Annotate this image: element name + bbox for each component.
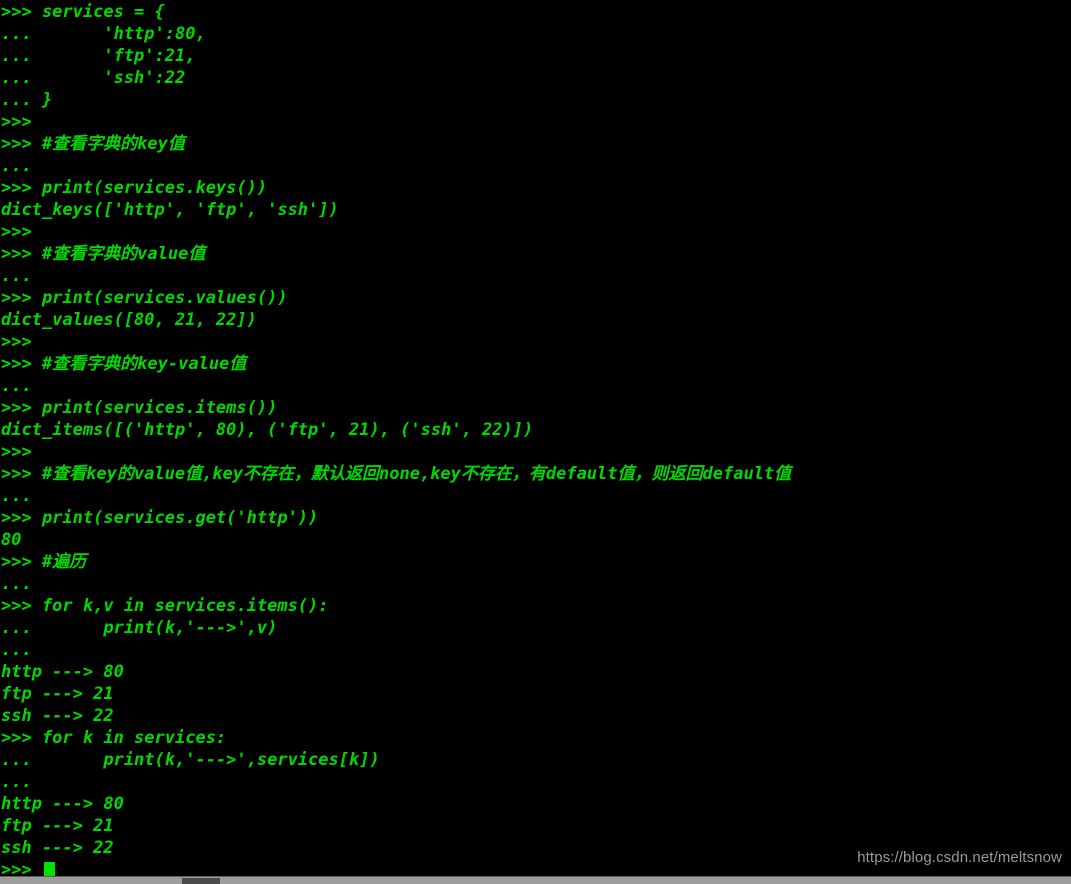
terminal-line: ... print(k,'--->',v) xyxy=(1,618,278,638)
terminal-line: >>> xyxy=(1,442,32,462)
terminal-line: ... print(k,'--->',services[k]) xyxy=(1,750,380,770)
terminal-line: ... 'ftp':21, xyxy=(1,46,196,66)
terminal-line: ftp ---> 21 xyxy=(1,684,114,704)
terminal-line: ... 'ssh':22 xyxy=(1,68,186,88)
terminal-line: >>> for k,v in services.items(): xyxy=(1,596,329,616)
terminal-line: >>> #查看字典的key-value值 xyxy=(1,354,247,374)
terminal-line: ... xyxy=(1,376,32,396)
text-cursor xyxy=(43,862,55,876)
terminal-line: >>> print(services.get('http')) xyxy=(1,508,319,528)
terminal-window: >>> services = {... 'http':80,... 'ftp':… xyxy=(0,0,1071,884)
terminal-line: http ---> 80 xyxy=(1,794,124,814)
terminal-line: ... xyxy=(1,574,32,594)
terminal-line: >>> #查看key的value值,key不存在，默认返回none,key不存在… xyxy=(1,464,792,484)
terminal-line: dict_keys(['http', 'ftp', 'ssh']) xyxy=(1,200,339,220)
terminal-line: >>> #查看字典的value值 xyxy=(1,244,206,264)
prompt-symbol: >>> xyxy=(1,860,42,876)
terminal-line: ... xyxy=(1,156,32,176)
window-bottom-bar xyxy=(0,876,1071,884)
terminal-line: ... 'http':80, xyxy=(1,24,206,44)
terminal-active-prompt-line[interactable]: >>> xyxy=(0,859,1071,876)
terminal-line: ... xyxy=(1,640,32,660)
terminal-line: dict_items([('http', 80), ('ftp', 21), (… xyxy=(1,420,534,440)
terminal-line: dict_values([80, 21, 22]) xyxy=(1,310,257,330)
terminal-line: ... xyxy=(1,266,32,286)
terminal-screen[interactable]: >>> services = {... 'http':80,... 'ftp':… xyxy=(0,0,1071,876)
terminal-line: >>> print(services.items()) xyxy=(1,398,278,418)
terminal-line: >>> xyxy=(1,332,32,352)
terminal-line: >>> services = { xyxy=(1,2,165,22)
terminal-line: >>> #查看字典的key值 xyxy=(1,134,185,154)
terminal-line: ftp ---> 21 xyxy=(1,816,114,836)
terminal-line: ... } xyxy=(1,90,53,110)
terminal-line: ... xyxy=(1,772,32,792)
terminal-output: >>> services = {... 'http':80,... 'ftp':… xyxy=(0,1,1071,876)
terminal-line: >>> for k in services: xyxy=(1,728,227,748)
terminal-line: >>> #遍历 xyxy=(1,552,87,572)
horizontal-scrollbar-thumb[interactable] xyxy=(182,878,220,884)
terminal-line: ssh ---> 22 xyxy=(1,838,114,858)
terminal-line: ... xyxy=(1,486,32,506)
terminal-line: ssh ---> 22 xyxy=(1,706,114,726)
terminal-line: >>> print(services.values()) xyxy=(1,288,288,308)
terminal-line: >>> xyxy=(1,112,32,132)
terminal-line: 80 xyxy=(1,530,22,550)
terminal-line: >>> print(services.keys()) xyxy=(1,178,268,198)
terminal-line: >>> xyxy=(1,222,32,242)
terminal-line: http ---> 80 xyxy=(1,662,124,682)
